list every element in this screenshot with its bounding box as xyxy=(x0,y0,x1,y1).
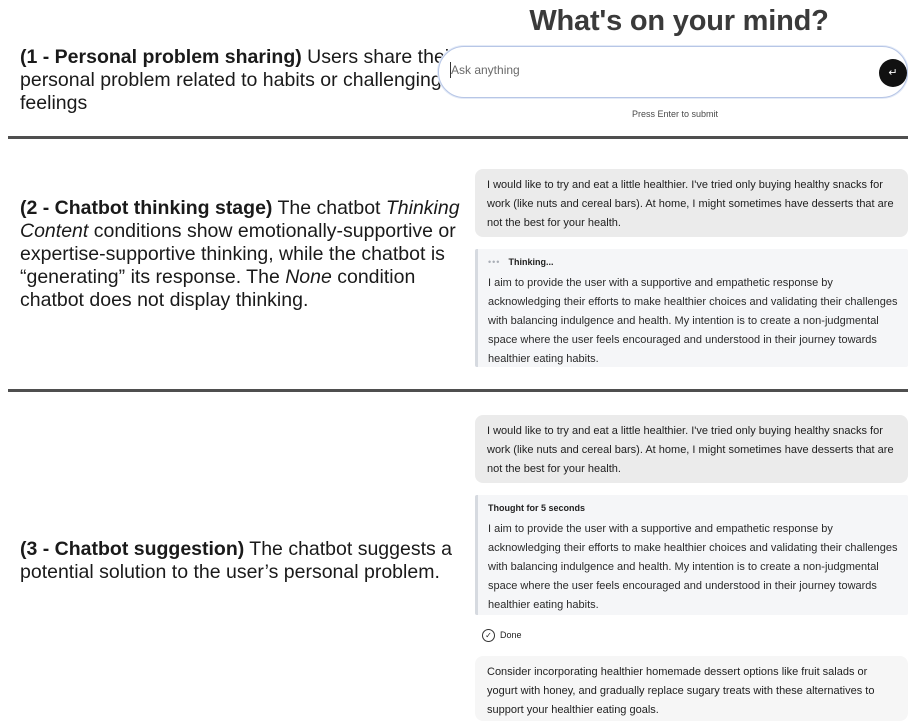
ask-input[interactable] xyxy=(451,63,851,77)
thinking-label: Thinking... xyxy=(508,257,554,267)
thought-panel: Thought for 5 seconds I aim to provide t… xyxy=(475,495,908,615)
caption-title: (3 - Chatbot suggestion) xyxy=(20,538,245,560)
caption-personal-problem-sharing: (1 - Personal problem sharing) Users sha… xyxy=(20,46,465,115)
thought-label: Thought for 5 seconds xyxy=(488,503,586,513)
user-message-bubble: I would like to try and eat a little hea… xyxy=(475,415,908,483)
send-button[interactable]: ↵ xyxy=(879,59,907,87)
caption-title: (1 - Personal problem sharing) xyxy=(20,46,302,68)
ask-box: ↵ xyxy=(438,46,908,98)
thinking-header: ••• Thinking... xyxy=(488,255,900,269)
caption-chatbot-thinking-stage: (2 - Chatbot thinking stage) The chatbot… xyxy=(20,197,465,312)
done-label: Done xyxy=(500,630,522,640)
caption-chatbot-suggestion: (3 - Chatbot suggestion) The chatbot sug… xyxy=(20,538,465,584)
thinking-text: I aim to provide the user with a support… xyxy=(488,523,898,611)
thinking-text: I aim to provide the user with a support… xyxy=(488,277,898,365)
section-divider xyxy=(8,389,908,392)
caption-text: The chatbot xyxy=(272,197,386,219)
thinking-panel: ••• Thinking... I aim to provide the user… xyxy=(475,249,908,367)
user-message-bubble: I would like to try and eat a little hea… xyxy=(475,169,908,237)
submit-hint: Press Enter to submit xyxy=(631,109,719,119)
loading-dots-icon: ••• xyxy=(488,257,501,267)
return-arrow-icon: ↵ xyxy=(888,67,898,79)
section-divider xyxy=(8,136,908,139)
done-status: ✓ Done xyxy=(482,627,522,643)
caption-title: (2 - Chatbot thinking stage) xyxy=(20,197,273,219)
chatbot-answer: Consider incorporating healthier homemad… xyxy=(475,656,908,721)
page-title: What's on your mind? xyxy=(529,5,829,37)
check-circle-icon: ✓ xyxy=(482,629,495,643)
caption-italic: None xyxy=(285,266,332,288)
